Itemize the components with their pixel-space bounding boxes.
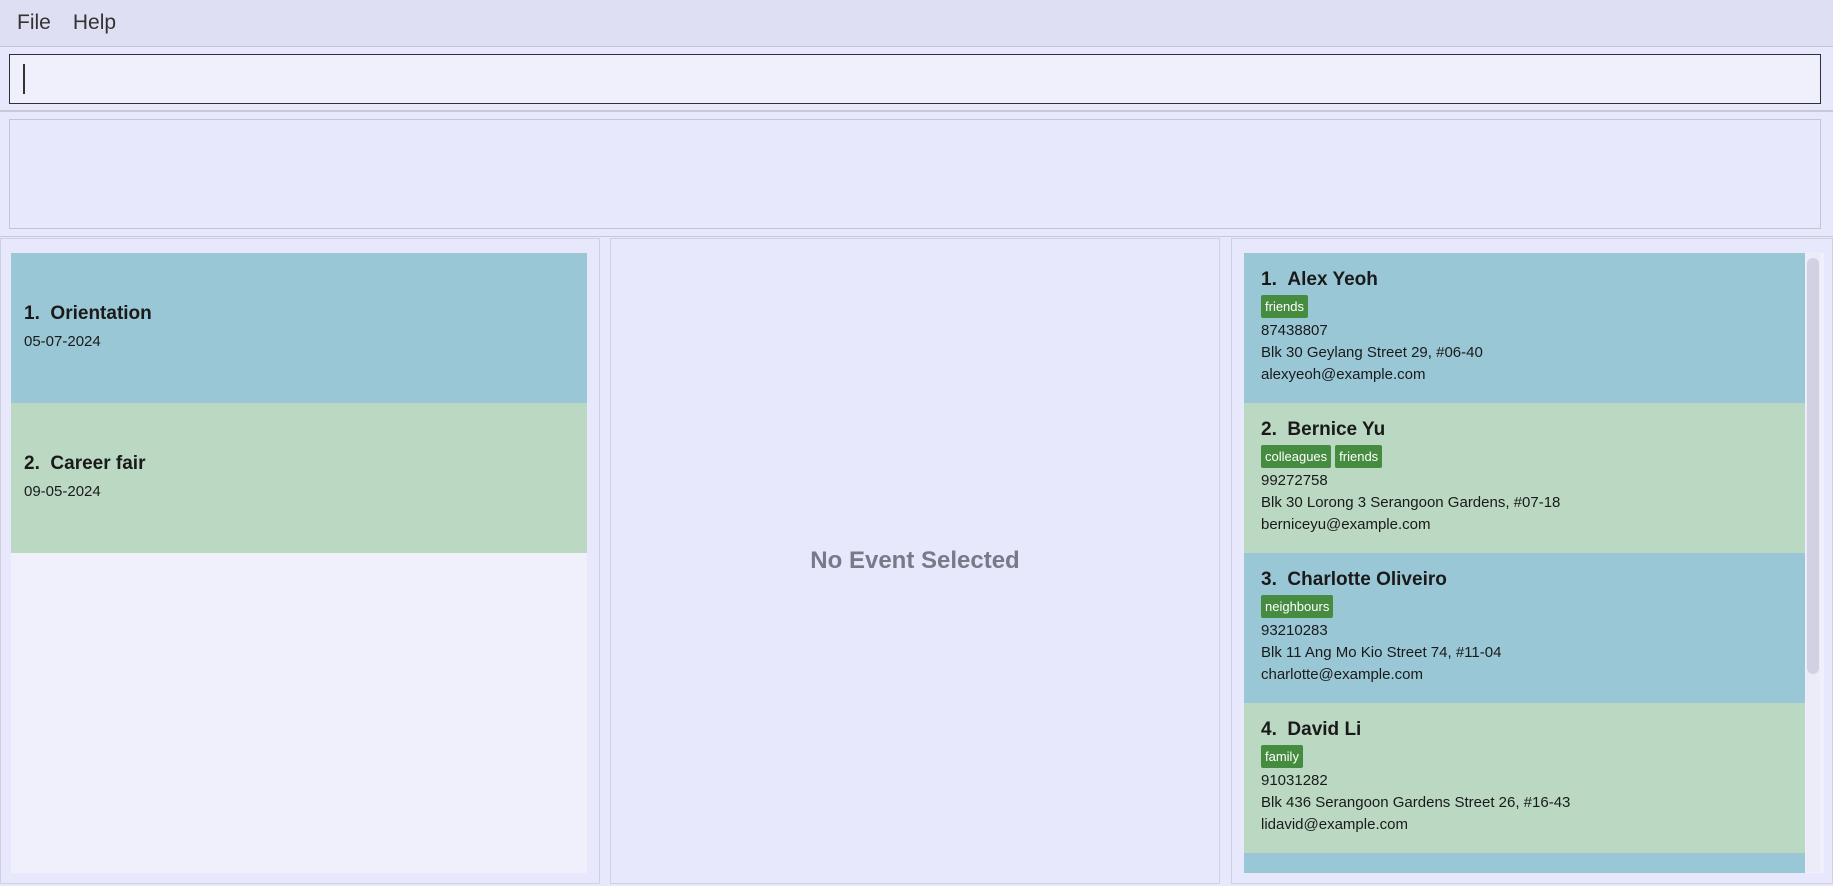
person-card[interactable]: 3. Charlotte Oliveiro neighbours 93210283 B… bbox=[1244, 553, 1805, 703]
event-card[interactable]: 1. Orientation 05-07-2024 bbox=[11, 253, 587, 403]
person-name-text: Alex Yeoh bbox=[1287, 269, 1378, 290]
event-detail-panel: No Event Selected bbox=[610, 238, 1220, 884]
divider bbox=[0, 236, 1833, 237]
person-list[interactable]: 1. Alex Yeoh friends 87438807 Blk 30 Geylan… bbox=[1244, 253, 1824, 873]
event-date: 09-05-2024 bbox=[24, 483, 101, 500]
event-list[interactable]: 1. Orientation 05-07-2024 2. Career fair 09… bbox=[11, 253, 587, 873]
event-index: 2. bbox=[24, 453, 40, 474]
person-phone: 99272758 bbox=[1261, 472, 1328, 489]
event-card[interactable]: 2. Career fair 09-05-2024 bbox=[11, 403, 587, 553]
event-name: 1. Orientation bbox=[24, 303, 574, 325]
person-address: Blk 436 Serangoon Gardens Street 26, #16… bbox=[1261, 794, 1571, 811]
scrollbar-thumb[interactable] bbox=[1807, 258, 1819, 674]
person-email: charlotte@example.com bbox=[1261, 666, 1423, 683]
tag-badge: friends bbox=[1261, 295, 1309, 318]
person-card[interactable]: 2. Bernice Yu colleagues friends 99272758 Bl… bbox=[1244, 403, 1805, 553]
person-list-panel: 1. Alex Yeoh friends 87438807 Blk 30 Geylan… bbox=[1231, 238, 1833, 884]
tag-badge: neighbours bbox=[1261, 595, 1334, 618]
divider bbox=[0, 110, 1833, 112]
person-phone: 87438807 bbox=[1261, 322, 1328, 339]
person-name: 1. Alex Yeoh bbox=[1261, 269, 1788, 291]
person-card[interactable] bbox=[1244, 853, 1805, 873]
tag-list: friends bbox=[1261, 295, 1788, 318]
person-index: 2. bbox=[1261, 419, 1277, 440]
text-caret bbox=[23, 64, 25, 94]
person-name-text: Bernice Yu bbox=[1287, 419, 1386, 440]
menu-bar: File Help bbox=[0, 0, 1833, 47]
person-card[interactable]: 4. David Li family 91031282 Blk 436 Serango… bbox=[1244, 703, 1805, 853]
command-input[interactable] bbox=[9, 54, 1821, 104]
event-list-panel: 1. Orientation 05-07-2024 2. Career fair 09… bbox=[0, 238, 600, 884]
menu-help[interactable]: Help bbox=[62, 11, 127, 35]
person-name-text: David Li bbox=[1287, 719, 1362, 740]
tag-badge: family bbox=[1261, 745, 1303, 768]
result-display bbox=[9, 119, 1821, 229]
person-index: 4. bbox=[1261, 719, 1277, 740]
tag-list: colleagues friends bbox=[1261, 445, 1788, 468]
person-phone: 93210283 bbox=[1261, 622, 1328, 639]
event-title: Career fair bbox=[50, 453, 146, 474]
person-address: Blk 30 Geylang Street 29, #06-40 bbox=[1261, 344, 1483, 361]
person-index: 3. bbox=[1261, 569, 1277, 590]
person-list-scrollbar[interactable] bbox=[1806, 252, 1820, 872]
tag-list: family bbox=[1261, 745, 1788, 768]
tag-badge: colleagues bbox=[1261, 445, 1332, 468]
person-address: Blk 30 Lorong 3 Serangoon Gardens, #07-1… bbox=[1261, 494, 1561, 511]
person-name: 3. Charlotte Oliveiro bbox=[1261, 569, 1788, 591]
tag-list: neighbours bbox=[1261, 595, 1788, 618]
menu-file[interactable]: File bbox=[6, 11, 62, 35]
event-name: 2. Career fair bbox=[24, 453, 574, 475]
event-index: 1. bbox=[24, 303, 40, 324]
no-event-selected-label: No Event Selected bbox=[810, 547, 1020, 574]
event-date: 05-07-2024 bbox=[24, 333, 101, 350]
person-name: 4. David Li bbox=[1261, 719, 1788, 741]
person-email: lidavid@example.com bbox=[1261, 816, 1408, 833]
person-phone: 91031282 bbox=[1261, 772, 1328, 789]
person-name: 2. Bernice Yu bbox=[1261, 419, 1788, 441]
person-address: Blk 11 Ang Mo Kio Street 74, #11-04 bbox=[1261, 644, 1502, 661]
person-index: 1. bbox=[1261, 269, 1277, 290]
person-card[interactable]: 1. Alex Yeoh friends 87438807 Blk 30 Geylan… bbox=[1244, 253, 1805, 403]
tag-badge: friends bbox=[1335, 445, 1383, 468]
person-name-text: Charlotte Oliveiro bbox=[1287, 569, 1447, 590]
person-email: berniceyu@example.com bbox=[1261, 516, 1431, 533]
event-title: Orientation bbox=[50, 303, 152, 324]
person-email: alexyeoh@example.com bbox=[1261, 366, 1426, 383]
